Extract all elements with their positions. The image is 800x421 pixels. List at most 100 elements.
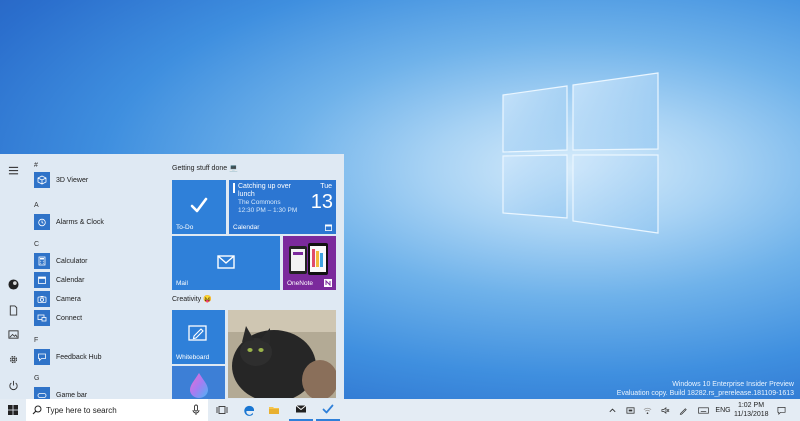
cube-icon (34, 172, 50, 188)
power-icon[interactable] (4, 377, 22, 393)
taskbar-edge-button[interactable] (238, 399, 260, 421)
touch-keyboard-icon (697, 406, 709, 414)
tray-keyboard-icon[interactable] (696, 399, 710, 421)
todo-check-icon (322, 404, 334, 414)
app-list-item-label: 3D Viewer (56, 176, 89, 184)
app-list-item-feedback-hub[interactable]: Feedback Hub (34, 349, 158, 365)
calculator-icon (34, 253, 50, 269)
taskbar-search-box[interactable]: Type here to search (26, 399, 208, 421)
app-list-item-connect[interactable]: Connect (34, 310, 158, 326)
section-letter-f[interactable]: F (34, 337, 38, 344)
documents-icon[interactable] (4, 302, 22, 318)
tile-whiteboard[interactable]: Whiteboard (172, 310, 225, 364)
pinned-tiles: Getting stuff done 💻 To-Do Catching up o… (162, 154, 344, 399)
calendar-day: Tue (320, 183, 332, 190)
notifications-icon (777, 406, 785, 415)
all-apps-list: #3D Viewer A Alarms & Clock C Calculator Cale… (26, 162, 162, 399)
tile-paint3d[interactable] (172, 366, 225, 399)
tile-calendar-label: Calendar (233, 224, 260, 231)
section-letter-a[interactable]: A (34, 202, 39, 209)
app-list-item-alarms-clock[interactable]: Alarms & Clock (34, 214, 158, 230)
calendar-event-location: The Commons (238, 199, 281, 206)
camera-icon (34, 291, 50, 307)
speaker-muted-icon (661, 406, 669, 414)
taskbar-explorer-button[interactable] (263, 399, 285, 421)
input-language[interactable]: ENG (714, 399, 732, 421)
mail-envelope-icon (217, 255, 235, 269)
tray-volume-icon[interactable] (659, 399, 671, 421)
edge-browser-icon (244, 405, 254, 416)
action-center-button[interactable] (774, 399, 788, 421)
app-list-item-label: Connect (56, 314, 83, 322)
tile-mail-label: Mail (176, 280, 188, 287)
tray-pen-icon[interactable] (677, 399, 689, 421)
start-left-rail (0, 154, 26, 399)
tile-onenote-label: OneNote (287, 280, 314, 287)
app-list-item-label: Game bar (56, 391, 88, 399)
calendar-date: 13 (310, 191, 333, 213)
mail-icon (295, 405, 307, 413)
microphone-icon[interactable] (192, 404, 200, 416)
task-view-button[interactable] (212, 399, 232, 421)
evaluation-watermark: Windows 10 Enterprise Insider Preview Ev… (617, 380, 794, 398)
section-letter-g[interactable]: G (34, 375, 39, 382)
task-view-icon (216, 406, 228, 414)
search-icon (32, 405, 42, 415)
tile-mail[interactable]: Mail (172, 236, 280, 290)
app-list-item-camera[interactable]: Camera (34, 291, 158, 307)
taskbar-mail-button[interactable] (289, 399, 313, 421)
calendar-icon (34, 272, 50, 288)
show-hidden-icons[interactable] (606, 399, 618, 421)
section-letter-hash[interactable]: # (34, 162, 38, 169)
onenote-n-icon (324, 279, 332, 287)
settings-gear-icon[interactable] (4, 351, 22, 367)
start-menu: #3D Viewer A Alarms & Clock C Calculator Cale… (0, 154, 344, 399)
watermark-line-2: Evaluation copy. Build 18282.rs_prerelea… (616, 390, 794, 397)
clock-time: 1:02 PM (737, 402, 765, 409)
taskbar: Type here to search ENG 1:02 PM 11/13/20… (0, 399, 800, 421)
app-list-item-3d-viewer[interactable]: 3D Viewer (34, 172, 158, 188)
user-avatar[interactable] (4, 276, 22, 292)
file-explorer-icon (269, 407, 279, 414)
group-title-getting-stuff-done[interactable]: Getting stuff done 💻 (172, 164, 238, 172)
game-bar-icon (34, 387, 50, 399)
app-list-item-label: Calendar (56, 276, 85, 284)
feedback-icon (34, 349, 50, 365)
clock-date: 11/13/2018 (734, 411, 769, 418)
app-list-item-game-bar[interactable]: Game bar (34, 387, 158, 399)
taskbar-todo-button[interactable] (316, 399, 340, 421)
tray-device-icon[interactable] (624, 399, 636, 421)
tile-photos[interactable] (228, 310, 336, 398)
app-list-item-label: Feedback Hub (56, 353, 102, 361)
windows-start-icon (8, 405, 18, 415)
pictures-icon[interactable] (4, 326, 22, 342)
section-letter-c[interactable]: C (34, 241, 39, 248)
onenote-devices-image (289, 243, 328, 275)
todo-check-icon (190, 197, 208, 213)
chevron-up-icon (608, 408, 616, 412)
app-list-item-label: Camera (56, 295, 81, 303)
start-button[interactable] (0, 399, 26, 421)
tile-onenote[interactable]: OneNote (283, 236, 336, 290)
tray-network-icon[interactable] (641, 399, 653, 421)
hamburger-menu-icon[interactable] (4, 162, 22, 178)
calendar-event-bar (233, 183, 235, 193)
search-placeholder: Type here to search (46, 405, 117, 415)
tile-whiteboard-label: Whiteboard (176, 354, 210, 361)
calendar-small-icon (325, 224, 332, 231)
watermark-line-1: Windows 10 Enterprise Insider Preview (672, 381, 794, 388)
app-list-item-calculator[interactable]: Calculator (34, 253, 158, 269)
device-icon (625, 406, 635, 414)
calendar-event-title-2: lunch (238, 191, 255, 198)
network-icon (643, 407, 651, 414)
whiteboard-pen-icon (188, 325, 207, 341)
group-title-creativity[interactable]: Creativity 😝 (172, 295, 212, 303)
tile-todo-label: To-Do (176, 224, 194, 231)
connect-icon (34, 310, 50, 326)
paint3d-drop-icon (190, 373, 208, 398)
app-list-item-calendar[interactable]: Calendar (34, 272, 158, 288)
taskbar-clock[interactable]: 1:02 PM 11/13/2018 (734, 401, 769, 419)
app-list-item-label: Alarms & Clock (56, 218, 104, 226)
tile-calendar[interactable]: Catching up over lunch The Commons 12:30… (229, 180, 336, 234)
tile-todo[interactable]: To-Do (172, 180, 226, 234)
